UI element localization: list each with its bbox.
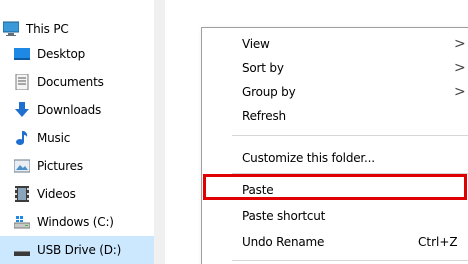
menu-item-label: Customize this folder... (242, 151, 375, 165)
menu-separator (232, 260, 468, 261)
nav-item-desktop[interactable]: Desktop (0, 40, 154, 68)
nav-item-label: USB Drive (D:) (37, 243, 122, 257)
nav-item-label: Windows (C:) (37, 215, 114, 229)
nav-item-downloads[interactable]: Downloads (0, 96, 154, 124)
menu-item-label: View (242, 37, 270, 51)
nav-item-this-pc[interactable]: This PC (0, 15, 154, 43)
downloads-icon (14, 102, 30, 118)
this-pc-icon (2, 21, 20, 37)
chevron-right-icon: > (454, 60, 466, 76)
nav-item-label: Music (37, 131, 71, 145)
music-icon (14, 130, 30, 146)
nav-item-label: This PC (26, 22, 69, 36)
chevron-right-icon: > (454, 84, 466, 100)
nav-scrollbar[interactable] (154, 0, 165, 264)
menu-item-view[interactable]: View > (202, 33, 468, 55)
documents-icon (14, 73, 30, 91)
windows-drive-icon (13, 214, 31, 230)
desktop-icon (14, 46, 30, 62)
menu-separator (232, 135, 468, 136)
menu-item-label: Paste shortcut (242, 209, 326, 223)
menu-item-label: Undo Rename (242, 235, 325, 249)
menu-item-group-by[interactable]: Group by > (202, 81, 468, 103)
context-menu: View > Sort by > Group by > Refresh Cust… (201, 27, 468, 264)
pictures-icon (13, 158, 31, 174)
menu-item-customize-folder[interactable]: Customize this folder... (202, 147, 468, 169)
nav-item-label: Videos (37, 187, 76, 201)
menu-item-label: Refresh (242, 109, 286, 123)
menu-item-refresh[interactable]: Refresh (202, 105, 468, 127)
menu-item-label: Group by (242, 85, 296, 99)
nav-item-documents[interactable]: Documents (0, 68, 154, 96)
nav-item-label: Desktop (37, 47, 86, 61)
chevron-right-icon: > (454, 36, 466, 52)
navigation-pane: This PC Desktop Documents Downloads Musi… (0, 0, 154, 264)
nav-item-label: Pictures (37, 159, 83, 173)
paste-highlight-box (203, 174, 467, 200)
menu-item-label: Sort by (242, 61, 284, 75)
menu-item-undo-rename[interactable]: Undo Rename Ctrl+Z (202, 231, 468, 253)
nav-item-usb-drive-d[interactable]: USB Drive (D:) (0, 236, 154, 264)
menu-item-sort-by[interactable]: Sort by > (202, 57, 468, 79)
nav-item-pictures[interactable]: Pictures (0, 152, 154, 180)
videos-icon (14, 186, 30, 202)
nav-item-label: Downloads (37, 103, 102, 117)
nav-item-music[interactable]: Music (0, 124, 154, 152)
nav-item-windows-c[interactable]: Windows (C:) (0, 208, 154, 236)
usb-drive-icon (14, 242, 30, 258)
nav-item-videos[interactable]: Videos (0, 180, 154, 208)
menu-item-paste-shortcut[interactable]: Paste shortcut (202, 205, 468, 227)
nav-item-label: Documents (37, 75, 104, 89)
shortcut-label: Ctrl+Z (418, 235, 458, 249)
